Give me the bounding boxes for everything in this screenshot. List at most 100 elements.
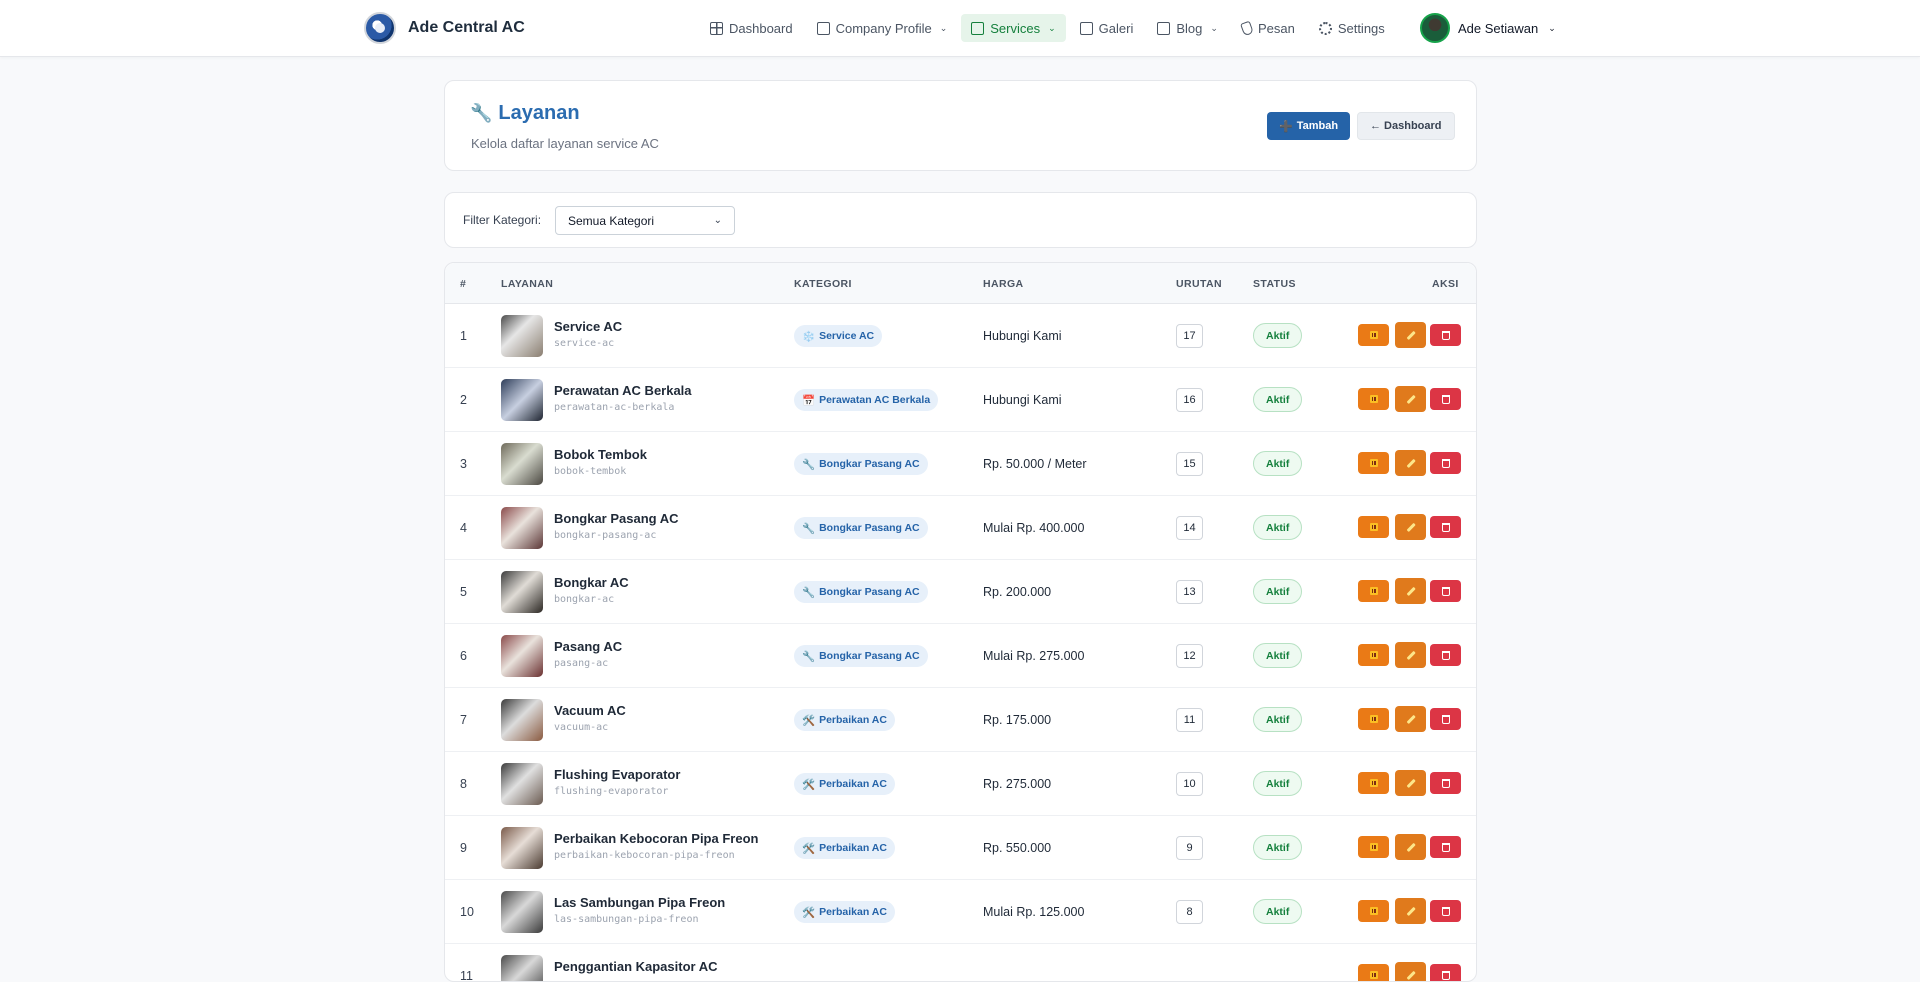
chevron-down-icon: ⌄ bbox=[1048, 22, 1056, 33]
page-title-text: Layanan bbox=[498, 102, 580, 124]
brand-name: Ade Central AC bbox=[408, 19, 525, 36]
delete-button[interactable] bbox=[1430, 964, 1461, 981]
nav-blog-label: Blog bbox=[1176, 20, 1203, 36]
service-price: Mulai Rp. 125.000 bbox=[983, 905, 1085, 919]
toggle-status-button[interactable] bbox=[1358, 964, 1389, 981]
delete-button[interactable] bbox=[1430, 900, 1461, 922]
edit-button[interactable] bbox=[1395, 578, 1426, 604]
edit-button[interactable] bbox=[1395, 706, 1426, 732]
pause-icon bbox=[1369, 907, 1378, 915]
pencil-icon bbox=[1406, 394, 1415, 404]
delete-button[interactable] bbox=[1430, 644, 1461, 666]
toggle-status-button[interactable] bbox=[1358, 516, 1389, 538]
delete-button[interactable] bbox=[1430, 708, 1461, 730]
table-row: 5 Bongkar AC bongkar-ac 🔧 Bongkar Pasang AC R… bbox=[445, 560, 1476, 624]
delete-button[interactable] bbox=[1430, 580, 1461, 602]
service-price: Rp. 550.000 bbox=[983, 841, 1052, 855]
service-slug: flushing-evaporator bbox=[554, 786, 669, 797]
toggle-status-button[interactable] bbox=[1358, 580, 1389, 602]
delete-button[interactable] bbox=[1430, 516, 1461, 538]
service-thumbnail bbox=[501, 379, 543, 421]
edit-button[interactable] bbox=[1395, 642, 1426, 668]
edit-button[interactable] bbox=[1395, 770, 1426, 796]
toggle-status-button[interactable] bbox=[1358, 836, 1389, 858]
delete-button[interactable] bbox=[1430, 772, 1461, 794]
table-row: 10 Las Sambungan Pipa Freon las-sambungan-… bbox=[445, 880, 1476, 944]
col-service: LAYANAN bbox=[501, 278, 554, 290]
row-number: 11 bbox=[460, 969, 473, 982]
row-number: 6 bbox=[460, 649, 467, 663]
edit-button[interactable] bbox=[1395, 962, 1426, 981]
toggle-status-button[interactable] bbox=[1358, 644, 1389, 666]
category-badge: 🛠️ Perbaikan AC bbox=[794, 709, 895, 731]
category-icon: 🔧 bbox=[802, 458, 816, 471]
pause-icon bbox=[1369, 331, 1378, 339]
category-icon: 🛠️ bbox=[802, 778, 816, 791]
edit-button[interactable] bbox=[1395, 834, 1426, 860]
service-price: Rp. 50.000 / Meter bbox=[983, 457, 1087, 471]
service-name: Bongkar AC bbox=[554, 575, 629, 590]
nav-services[interactable]: Services ⌄ bbox=[961, 14, 1066, 42]
nav-blog[interactable]: Blog ⌄ bbox=[1147, 14, 1228, 42]
brand[interactable]: Ade Central AC bbox=[364, 12, 525, 44]
toggle-status-button[interactable] bbox=[1358, 324, 1389, 346]
briefcase-icon bbox=[971, 21, 985, 35]
add-service-button[interactable]: ➕ Tambah bbox=[1267, 112, 1351, 140]
toggle-status-button[interactable] bbox=[1358, 452, 1389, 474]
filter-label: Filter Kategori: bbox=[463, 213, 542, 227]
back-to-dashboard-button[interactable]: ← Dashboard bbox=[1357, 112, 1455, 140]
document-icon bbox=[1157, 21, 1171, 35]
table-row: 9 Perbaikan Kebocoran Pipa Freon perbaikan… bbox=[445, 816, 1476, 880]
col-order: URUTAN bbox=[1176, 278, 1222, 290]
nav-pesan[interactable]: Pesan bbox=[1232, 14, 1305, 42]
service-slug: pasang-ac bbox=[554, 658, 609, 669]
row-number: 9 bbox=[460, 841, 467, 855]
user-menu[interactable]: Ade Setiawan ⌄ bbox=[1420, 13, 1556, 43]
brand-logo bbox=[364, 12, 396, 44]
edit-button[interactable] bbox=[1395, 322, 1426, 348]
nav-settings[interactable]: Settings bbox=[1309, 14, 1395, 42]
edit-button[interactable] bbox=[1395, 450, 1426, 476]
toggle-status-button[interactable] bbox=[1358, 772, 1389, 794]
nav-company-profile[interactable]: Company Profile ⌄ bbox=[807, 14, 958, 42]
pencil-icon bbox=[1406, 842, 1415, 852]
status-badge: Aktif bbox=[1253, 515, 1303, 540]
category-filter-select[interactable]: Semua Kategori ⌄ bbox=[555, 206, 735, 235]
row-number: 10 bbox=[460, 905, 474, 919]
row-number: 3 bbox=[460, 457, 467, 471]
edit-button[interactable] bbox=[1395, 386, 1426, 412]
service-name: Perbaikan Kebocoran Pipa Freon bbox=[554, 831, 759, 846]
pencil-icon bbox=[1406, 330, 1415, 340]
toggle-status-button[interactable] bbox=[1358, 900, 1389, 922]
table-row: 3 Bobok Tembok bobok-tembok 🔧 Bongkar Pasang… bbox=[445, 432, 1476, 496]
service-name: Perawatan AC Berkala bbox=[554, 383, 692, 398]
edit-button[interactable] bbox=[1395, 514, 1426, 540]
nav-dashboard-label: Dashboard bbox=[729, 20, 793, 36]
table-row: 4 Bongkar Pasang AC bongkar-pasang-ac 🔧 Bong… bbox=[445, 496, 1476, 560]
delete-button[interactable] bbox=[1430, 836, 1461, 858]
trash-icon bbox=[1441, 394, 1450, 404]
toggle-status-button[interactable] bbox=[1358, 708, 1389, 730]
nav-services-label: Services bbox=[990, 20, 1041, 36]
delete-button[interactable] bbox=[1430, 388, 1461, 410]
delete-button[interactable] bbox=[1430, 324, 1461, 346]
trash-icon bbox=[1441, 778, 1450, 788]
category-badge: 🛠️ Perbaikan AC bbox=[794, 901, 895, 923]
delete-button[interactable] bbox=[1430, 452, 1461, 474]
trash-icon bbox=[1441, 650, 1450, 660]
service-price: Rp. 275.000 bbox=[983, 777, 1052, 791]
order-badge: 10 bbox=[1176, 772, 1203, 796]
table-row: 8 Flushing Evaporator flushing-evaporator 🛠… bbox=[445, 752, 1476, 816]
nav-dashboard[interactable]: Dashboard bbox=[700, 14, 803, 42]
order-badge: 13 bbox=[1176, 580, 1203, 604]
grid-icon bbox=[710, 21, 723, 35]
edit-button[interactable] bbox=[1395, 898, 1426, 924]
order-badge: 12 bbox=[1176, 644, 1203, 668]
toggle-status-button[interactable] bbox=[1358, 388, 1389, 410]
pause-icon bbox=[1369, 715, 1378, 723]
col-status: STATUS bbox=[1253, 278, 1296, 290]
pencil-icon bbox=[1406, 970, 1415, 980]
nav-galeri[interactable]: Galeri bbox=[1070, 14, 1144, 42]
category-label: Perbaikan AC bbox=[819, 778, 887, 790]
category-label: Perbaikan AC bbox=[819, 906, 887, 918]
